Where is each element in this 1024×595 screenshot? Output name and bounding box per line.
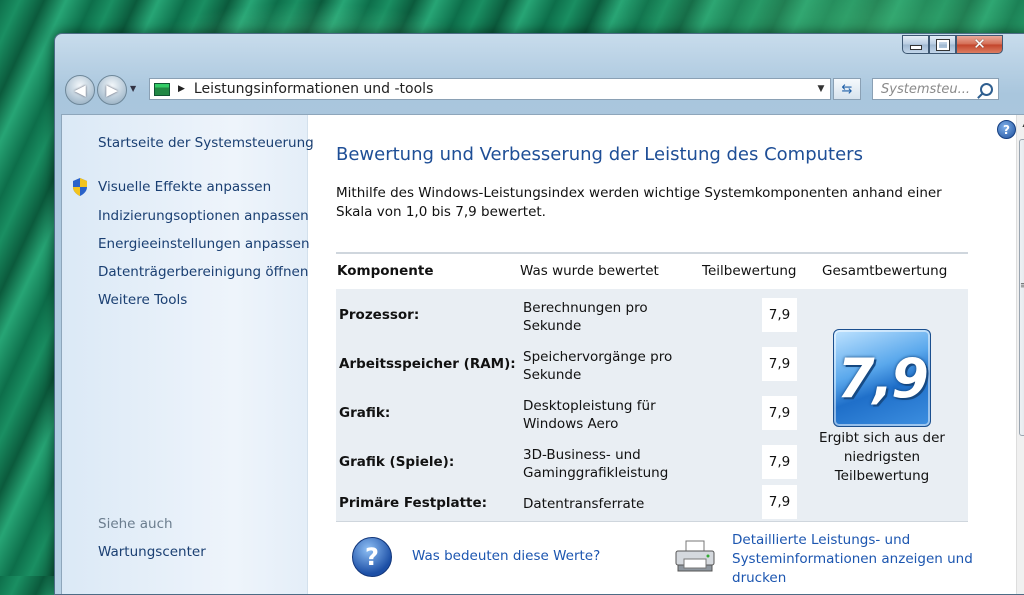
address-dropdown-icon[interactable]: ▼: [812, 84, 830, 94]
table-row-rated-hard-disk: Datentransferrate: [523, 496, 645, 512]
maximize-icon: [935, 38, 950, 51]
sidebar-item-disk-cleanup[interactable]: Datenträgerbereinigung öffnen: [98, 264, 308, 280]
column-header-subscore: Teilbewertung: [702, 263, 797, 279]
scroll-grip-icon: ≡: [1020, 281, 1024, 291]
refresh-icon: ⇆: [841, 81, 853, 97]
breadcrumb[interactable]: Leistungsinformationen und -tools: [194, 81, 433, 97]
table-row-score-graphics: 7,9: [762, 396, 797, 430]
table-row-rated-memory: Speichervorgänge pro Sekunde: [523, 349, 673, 383]
help-icon[interactable]: ?: [997, 120, 1016, 139]
sidebar-item-action-center[interactable]: Wartungscenter: [98, 544, 206, 560]
page-title: Bewertung und Verbesserung der Leistung …: [336, 144, 863, 165]
table-row-label-processor: Prozessor:: [339, 307, 420, 323]
search-input[interactable]: Systemsteu...: [872, 78, 999, 100]
breadcrumb-separator-icon[interactable]: ▶: [178, 84, 185, 94]
navigation-bar: ◀ ▶ ▼ ▶ Leistungsinformationen und -tool…: [63, 74, 1005, 106]
table-row-score-memory: 7,9: [762, 347, 797, 381]
control-panel-window: ✕ ◀ ▶ ▼ ▶ Leistungsinformationen und -to…: [54, 33, 1024, 595]
base-score-caption: Ergibt sich aus der niedrigsten Teilbewe…: [819, 430, 945, 484]
refresh-button[interactable]: ⇆: [833, 78, 861, 100]
recent-pages-dropdown[interactable]: ▼: [130, 84, 136, 93]
control-panel-icon: [154, 82, 170, 96]
forward-button[interactable]: ▶: [97, 75, 127, 105]
column-header-base-score: Gesamtbewertung: [822, 263, 948, 279]
main-panel: ? Bewertung und Verbesserung der Leistun…: [308, 115, 1024, 594]
sidebar-item-power-options[interactable]: Energieeinstellungen anpassen: [98, 236, 310, 252]
close-button[interactable]: ✕: [956, 35, 1003, 54]
what-do-these-numbers-mean-link[interactable]: Was bedeuten diese Werte?: [412, 547, 600, 566]
minimize-button[interactable]: [902, 35, 929, 54]
vertical-scrollbar[interactable]: ▲ ≡: [1016, 115, 1024, 594]
column-header-rated: Was wurde bewertet: [520, 263, 659, 279]
table-row-rated-processor: Berechnungen pro Sekunde: [523, 300, 648, 334]
table-row-label-gaming-graphics: Grafik (Spiele):: [339, 454, 455, 470]
table-row-rated-graphics: Desktopleistung für Windows Aero: [523, 398, 656, 432]
page-description: Mithilfe des Windows-Leistungsindex werd…: [336, 185, 942, 220]
forward-arrow-icon: ▶: [106, 81, 118, 99]
table-row-score-processor: 7,9: [762, 298, 797, 332]
search-placeholder: Systemsteu...: [881, 81, 970, 97]
content-area: Startseite der Systemsteuerung Visuelle …: [61, 114, 1024, 594]
detailed-performance-info-link[interactable]: Detaillierte Leistungs- und Systeminform…: [732, 531, 977, 588]
table-bottom-divider: [336, 521, 968, 522]
minimize-icon: [909, 45, 922, 50]
table-row-score-hard-disk: 7,9: [762, 485, 797, 519]
task-pane: Startseite der Systemsteuerung Visuelle …: [62, 115, 314, 594]
address-bar[interactable]: ▶ Leistungsinformationen und -tools ▼: [149, 78, 831, 100]
maximize-button[interactable]: [929, 35, 956, 54]
table-row-label-memory: Arbeitsspeicher (RAM):: [339, 356, 516, 372]
see-also-heading: Siehe auch: [98, 516, 173, 532]
close-icon: ✕: [973, 35, 986, 53]
search-icon[interactable]: [980, 82, 993, 96]
sidebar-item-visual-effects[interactable]: Visuelle Effekte anpassen: [98, 179, 271, 195]
back-arrow-icon: ◀: [74, 81, 86, 99]
base-score-badge: 7,9: [833, 329, 931, 427]
scroll-up-arrow-icon[interactable]: ▲: [1017, 115, 1024, 132]
table-row-rated-gaming-graphics: 3D-Business- und Gaminggrafikleistung: [523, 447, 669, 481]
back-button[interactable]: ◀: [65, 75, 95, 105]
header-divider: [336, 252, 968, 254]
sidebar-item-more-tools[interactable]: Weitere Tools: [98, 292, 187, 308]
table-row-label-graphics: Grafik:: [339, 405, 391, 421]
base-score-value: 7,9: [837, 346, 929, 410]
control-panel-home-link[interactable]: Startseite der Systemsteuerung: [98, 135, 314, 151]
shield-icon: [73, 178, 87, 196]
table-row-score-gaming-graphics: 7,9: [762, 445, 797, 479]
column-header-component: Komponente: [337, 263, 434, 279]
question-mark-icon[interactable]: ?: [352, 537, 392, 577]
table-row-label-hard-disk: Primäre Festplatte:: [339, 495, 488, 511]
window-caption-buttons: ✕: [902, 35, 1003, 54]
printer-icon[interactable]: [674, 539, 716, 573]
sidebar-item-indexing-options[interactable]: Indizierungsoptionen anpassen: [98, 208, 309, 224]
